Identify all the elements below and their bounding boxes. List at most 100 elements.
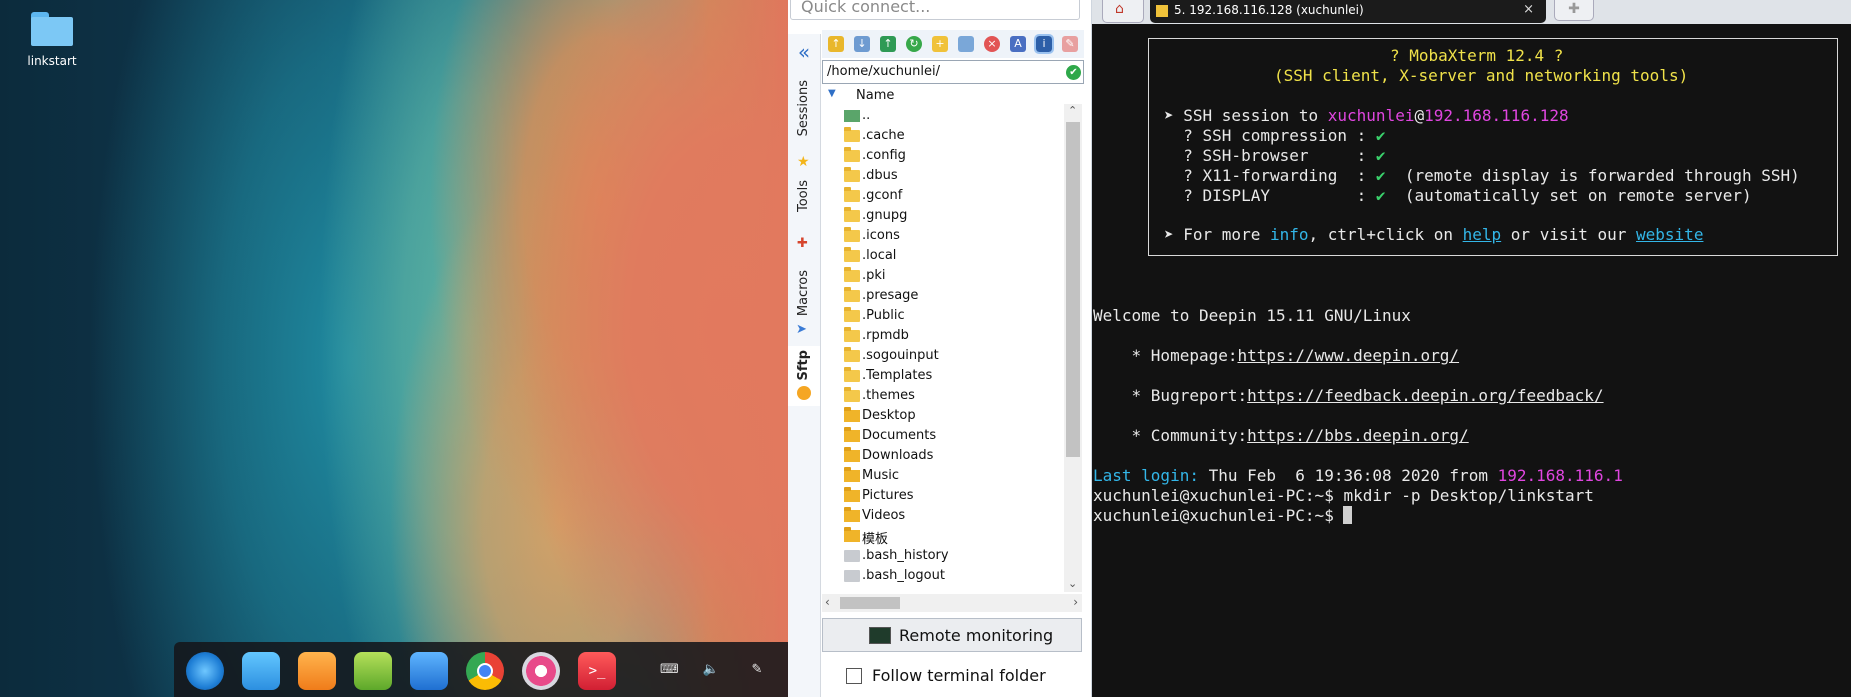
home-tab[interactable]: ⌂ [1102,0,1144,23]
tab-macros[interactable]: Macros ➤ [788,266,820,346]
file-name: .Public [862,308,905,323]
folder-icon [31,12,73,46]
file-name: .sogouinput [862,348,939,363]
file-name: Videos [862,508,906,523]
sftp-file-list: ▼ Name .. .cache .config .dbus .gconf .gnupg.… [822,86,1064,592]
vertical-scroll-thumb[interactable] [1066,122,1080,457]
macros-icon: ➤ [796,322,807,337]
app-store-icon[interactable] [298,652,336,690]
file-name: .rpmdb [862,328,909,343]
file-row[interactable]: .cache [844,126,1064,146]
folder-icon [844,387,860,402]
movie-icon[interactable] [410,652,448,690]
quick-connect-input[interactable]: Quick connect... [790,0,1080,20]
desktop-folder-linkstart[interactable]: linkstart [22,12,82,68]
edit-icon[interactable]: ✎ [1062,36,1078,52]
collapse-sidebar-icon[interactable]: « [788,40,820,64]
file-row[interactable]: .gconf [844,186,1064,206]
file-name: .gnupg [862,208,908,223]
volume-icon[interactable]: 🔈 [702,662,720,677]
parent-folder-icon[interactable]: ↑ [828,36,844,52]
keyboard-icon[interactable]: ⌨ [660,662,679,677]
file-row[interactable]: .presage [844,286,1064,306]
file-name: .dbus [862,168,898,183]
file-row[interactable]: Pictures [844,486,1064,506]
welcome-line: Welcome to Deepin 15.11 GNU/Linux [1093,306,1411,325]
new-file-icon[interactable] [958,36,974,52]
side-tab-strip: « Sessions ★ Tools ✚ Macros ➤ Sftp [788,34,821,697]
tab-sftp[interactable]: Sftp [788,346,820,406]
check-icon: ✔ [1375,186,1386,205]
folder-icon [844,307,860,322]
bugreport-link[interactable]: https://feedback.deepin.org/feedback/ [1247,386,1603,405]
help-link[interactable]: help [1463,225,1502,244]
file-name: Music [862,468,899,483]
column-header-name[interactable]: ▼ Name [822,86,1064,106]
tab-ssh-session[interactable]: 5. 192.168.116.128 (xuchunlei) × [1150,0,1546,23]
file-row[interactable]: .pki [844,266,1064,286]
file-row[interactable]: .icons [844,226,1064,246]
remote-monitoring-button[interactable]: Remote monitoring [822,618,1082,652]
file-row[interactable]: .. [844,106,1064,126]
file-row[interactable]: 模板 [844,526,1064,547]
tab-tools[interactable]: Tools ✚ [788,176,820,266]
file-row[interactable]: .Public [844,306,1064,326]
delete-icon[interactable]: × [984,36,1000,52]
tools-icon: ✚ [797,236,808,251]
file-row[interactable]: Downloads [844,446,1064,466]
community-link[interactable]: https://bbs.deepin.org/ [1247,426,1469,445]
homepage-link[interactable]: https://www.deepin.org/ [1238,346,1460,365]
launcher-icon[interactable] [186,652,224,690]
scroll-right-icon[interactable]: › [1073,595,1078,609]
new-folder-icon[interactable]: + [932,36,948,52]
file-row[interactable]: Music [844,466,1064,486]
horizontal-scroll-thumb[interactable] [840,597,900,609]
file-name: Downloads [862,448,934,463]
folder-icon [844,347,860,362]
chrome-icon[interactable] [466,652,504,690]
file-row[interactable]: .Templates [844,366,1064,386]
folder-icon [844,407,860,422]
file-row[interactable]: .rpmdb [844,326,1064,346]
scroll-down-icon[interactable]: ⌄ [1068,577,1077,590]
file-name: .. [862,108,871,123]
file-name: .gconf [862,188,903,203]
file-row[interactable]: .dbus [844,166,1064,186]
music-icon[interactable] [354,652,392,690]
file-row[interactable]: Videos [844,506,1064,526]
store-icon[interactable] [242,652,280,690]
new-tab-button[interactable]: ✚ [1554,0,1594,21]
checkbox-icon[interactable] [846,668,862,684]
website-link[interactable]: website [1636,225,1703,244]
scroll-up-icon[interactable]: ⌃ [1068,104,1077,117]
file-row[interactable]: .bash_logout [844,566,1064,586]
path-ok-icon[interactable]: ✔ [1066,65,1081,80]
file-row[interactable]: Desktop [844,406,1064,426]
home-icon: ⌂ [1115,1,1124,17]
settings-icon[interactable] [522,652,560,690]
file-row[interactable]: .bash_history [844,546,1064,566]
tab-sessions[interactable]: Sessions ★ [788,76,820,176]
properties-icon[interactable]: i [1034,34,1054,54]
file-row[interactable]: .gnupg [844,206,1064,226]
file-icon [844,570,860,582]
folder-icon [844,507,860,522]
scroll-left-icon[interactable]: ‹ [825,595,830,609]
file-row[interactable]: Documents [844,426,1064,446]
file-row[interactable]: .themes [844,386,1064,406]
download-icon[interactable]: ↓ [854,36,870,52]
command-line-2[interactable]: xuchunlei@xuchunlei-PC:~$ [1093,506,1353,525]
file-name: Desktop [862,408,916,423]
file-row[interactable]: .config [844,146,1064,166]
folder-icon [844,167,860,182]
terminal-icon[interactable]: >_ [578,652,616,690]
file-row[interactable]: .sogouinput [844,346,1064,366]
close-tab-icon[interactable]: × [1523,2,1534,17]
upload-icon[interactable]: ↑ [880,36,896,52]
brush-icon[interactable]: ✎ [748,662,766,677]
sftp-path-input[interactable]: /home/xuchunlei/ [822,60,1084,84]
command-line-1: xuchunlei@xuchunlei-PC:~$ mkdir -p Deskt… [1093,486,1594,505]
file-row[interactable]: .local [844,246,1064,266]
refresh-icon[interactable]: ↻ [906,36,922,52]
rename-icon[interactable]: A [1010,36,1026,52]
